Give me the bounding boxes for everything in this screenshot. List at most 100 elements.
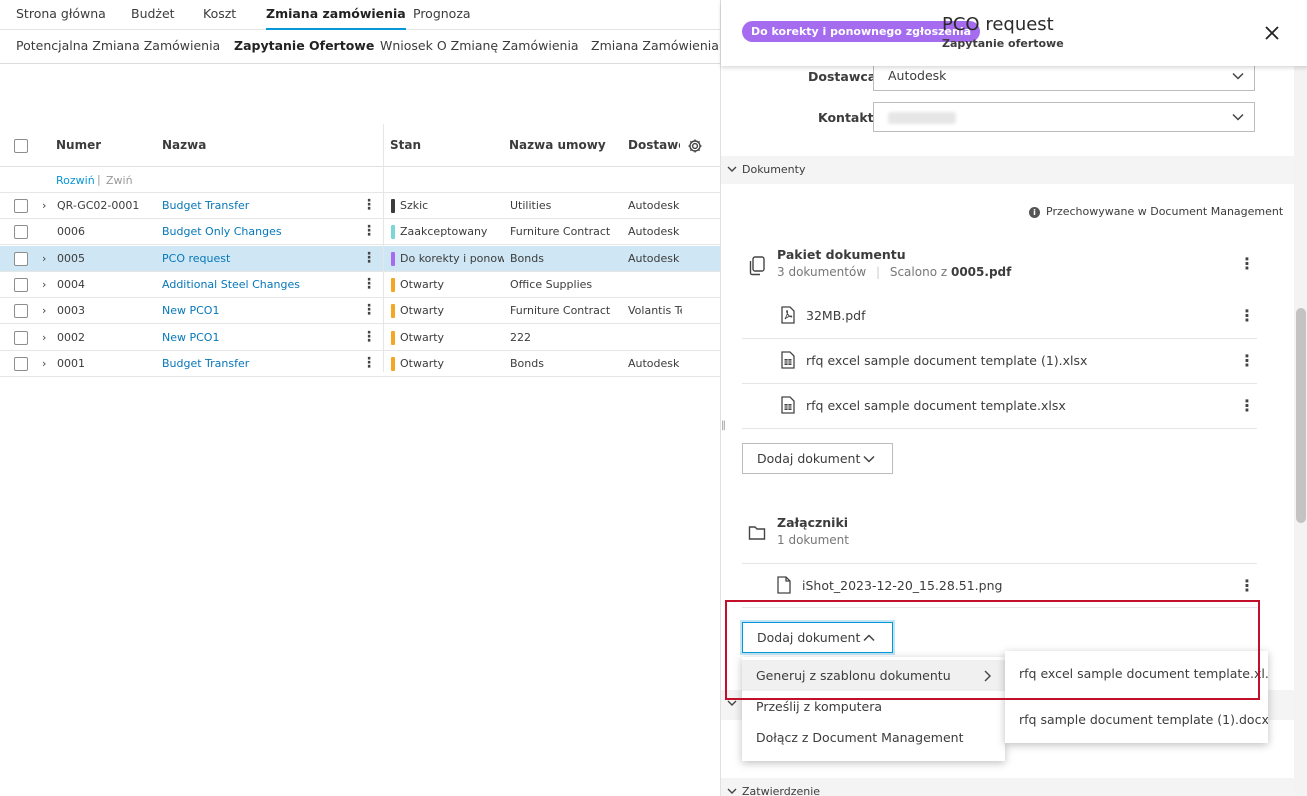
contact-value-redacted bbox=[888, 112, 956, 124]
cell-numer: 0002 bbox=[57, 330, 85, 344]
attachment-file-row[interactable]: iShot_2023-12-20_15.28.51.png ⋮ bbox=[742, 563, 1257, 608]
status-color-bar bbox=[391, 225, 395, 240]
tab-forecast[interactable]: Prognoza bbox=[413, 0, 471, 30]
cell-umowa: Bonds bbox=[510, 251, 544, 265]
subtab-cor[interactable]: Wniosek O Zmianę Zamówienia bbox=[380, 31, 579, 63]
attachments-count: 1 dokument bbox=[777, 533, 849, 547]
chevron-right-icon[interactable]: › bbox=[42, 278, 46, 291]
add-attachment-button[interactable]: Dodaj dokument bbox=[742, 622, 893, 653]
chevron-down-icon bbox=[863, 455, 875, 463]
scrollbar-thumb[interactable] bbox=[1296, 308, 1306, 523]
package-file-row[interactable]: rfq excel sample document template (1).x… bbox=[742, 339, 1257, 384]
header-dostawca[interactable]: Dostawca bbox=[628, 124, 680, 167]
subtab-rfq[interactable]: Zapytanie Ofertowe bbox=[234, 31, 374, 63]
package-file-row[interactable]: 32MB.pdf ⋮ bbox=[742, 294, 1257, 339]
menu-item-attach-from-docs[interactable]: Dołącz z Document Management bbox=[742, 722, 1005, 753]
table-row[interactable]: 0006 Budget Only Changes ⋮ Zaakceptowany Fur… bbox=[0, 219, 720, 246]
table-row[interactable]: › 0004 Additional Steel Changes ⋮ Otwarty Off… bbox=[0, 272, 720, 298]
row-checkbox[interactable] bbox=[14, 225, 28, 240]
menu-item-upload-from-computer[interactable]: Prześlij z komputera bbox=[742, 691, 1005, 722]
file-more-icon[interactable]: ⋮ bbox=[1239, 353, 1255, 369]
tab-cost[interactable]: Koszt bbox=[203, 0, 236, 30]
chevron-right-icon[interactable]: › bbox=[42, 199, 46, 212]
cell-dostawca: Autodesk bbox=[628, 251, 680, 265]
cell-nazwa-link[interactable]: Budget Transfer bbox=[162, 351, 357, 377]
folder-icon bbox=[748, 526, 766, 540]
row-checkbox[interactable] bbox=[14, 277, 28, 292]
file-name[interactable]: rfq excel sample document template (1).x… bbox=[806, 353, 1087, 368]
subtab-pco[interactable]: Potencjalna Zmiana Zamówienia bbox=[16, 31, 220, 63]
header-numer[interactable]: Numer bbox=[56, 124, 101, 167]
panel-header: Do korekty i ponownego zgłoszenia PCO re… bbox=[721, 0, 1307, 66]
table-row[interactable]: › 0003 New PCO1 ⋮ Otwarty Furniture Contract V… bbox=[0, 298, 720, 325]
cell-umowa: Furniture Contract bbox=[510, 225, 611, 239]
cell-nazwa-link[interactable]: Budget Transfer bbox=[162, 193, 357, 219]
template-item[interactable]: rfq sample document template (1).docx bbox=[1005, 704, 1268, 735]
tab-budget[interactable]: Budżet bbox=[131, 0, 175, 30]
cell-dostawca: Autodesk bbox=[628, 225, 680, 239]
cell-numer: 0003 bbox=[57, 304, 85, 318]
header-nazwa[interactable]: Nazwa bbox=[162, 124, 206, 167]
row-more-icon[interactable]: ⋮ bbox=[362, 246, 376, 272]
row-more-icon[interactable]: ⋮ bbox=[362, 193, 376, 219]
cell-stan: Szkic bbox=[400, 199, 429, 212]
pdf-file-icon bbox=[781, 306, 795, 324]
documents-section-header[interactable]: Dokumenty bbox=[721, 156, 1294, 184]
row-more-icon[interactable]: ⋮ bbox=[362, 351, 376, 377]
panel-scrollbar[interactable] bbox=[1294, 66, 1307, 796]
cell-nazwa-link[interactable]: New PCO1 bbox=[162, 298, 357, 324]
file-name[interactable]: iShot_2023-12-20_15.28.51.png bbox=[802, 578, 1002, 593]
select-all-checkbox[interactable] bbox=[14, 139, 28, 153]
add-document-package-button[interactable]: Dodaj dokument bbox=[742, 443, 893, 474]
chevron-right-icon[interactable]: › bbox=[42, 252, 46, 265]
chevron-down-icon bbox=[1232, 113, 1244, 121]
cell-nazwa-link[interactable]: Budget Only Changes bbox=[162, 219, 357, 245]
tab-change-order[interactable]: Zmiana zamówienia bbox=[266, 0, 406, 30]
chevron-right-icon[interactable]: › bbox=[42, 357, 46, 370]
cell-nazwa-link[interactable]: PCO request bbox=[162, 246, 357, 272]
row-checkbox[interactable] bbox=[14, 251, 28, 266]
table-row[interactable]: › 0001 Budget Transfer ⋮ Otwarty Bonds Autodes… bbox=[0, 351, 720, 377]
collapse-all-link[interactable]: Zwiń bbox=[106, 174, 133, 187]
expand-all-link[interactable]: Rozwiń bbox=[56, 174, 95, 187]
file-more-icon[interactable]: ⋮ bbox=[1239, 398, 1255, 414]
cell-nazwa-link[interactable]: New PCO1 bbox=[162, 325, 357, 351]
menu-item-generate-from-template[interactable]: Generuj z szablonu dokumentu bbox=[742, 660, 1005, 691]
row-checkbox[interactable] bbox=[14, 199, 28, 213]
table-row[interactable]: › QR-GC02-0001 Budget Transfer ⋮ Szkic Utilit… bbox=[0, 193, 720, 219]
cell-dostawca: Autodesk bbox=[628, 199, 680, 212]
row-checkbox[interactable] bbox=[14, 356, 28, 371]
cell-stan: Zaakceptowany bbox=[400, 225, 488, 239]
cell-stan: Otwarty bbox=[400, 356, 445, 370]
table-row[interactable]: › 0002 New PCO1 ⋮ Otwarty 222 bbox=[0, 325, 720, 351]
chevron-right-icon[interactable]: › bbox=[42, 331, 46, 344]
file-name[interactable]: rfq excel sample document template.xlsx bbox=[806, 398, 1066, 413]
header-stan[interactable]: Stan bbox=[390, 124, 421, 167]
row-more-icon[interactable]: ⋮ bbox=[362, 298, 376, 324]
row-checkbox[interactable] bbox=[14, 304, 28, 319]
row-more-icon[interactable]: ⋮ bbox=[362, 272, 376, 298]
row-more-icon[interactable]: ⋮ bbox=[362, 219, 376, 245]
subtab-oco[interactable]: Zmiana Zamówienia Pr bbox=[591, 31, 720, 63]
close-icon[interactable] bbox=[1261, 22, 1283, 44]
cell-numer: 0005 bbox=[57, 251, 85, 265]
package-merged-prefix: Scalono z bbox=[889, 265, 948, 279]
header-umowa[interactable]: Nazwa umowy bbox=[509, 124, 606, 167]
resize-handle-icon[interactable]: ‖ bbox=[721, 420, 726, 431]
chevron-right-icon[interactable]: › bbox=[42, 304, 46, 317]
file-more-icon[interactable]: ⋮ bbox=[1239, 308, 1255, 324]
cell-nazwa-link[interactable]: Additional Steel Changes bbox=[162, 272, 357, 298]
file-more-icon[interactable]: ⋮ bbox=[1239, 578, 1255, 594]
template-item[interactable]: rfq excel sample document template.xl... bbox=[1005, 658, 1268, 689]
contact-select[interactable] bbox=[873, 102, 1255, 132]
table-row[interactable]: › 0005 PCO request⋮ Do korekty i ponow... Bo… bbox=[0, 245, 720, 272]
package-file-row[interactable]: rfq excel sample document template.xlsx … bbox=[742, 384, 1257, 429]
row-checkbox[interactable] bbox=[14, 330, 28, 345]
package-more-icon[interactable]: ⋮ bbox=[1239, 256, 1255, 272]
expand-separator: | bbox=[97, 173, 101, 186]
file-name[interactable]: 32MB.pdf bbox=[806, 308, 866, 323]
gear-icon[interactable] bbox=[687, 138, 703, 154]
tab-home[interactable]: Strona główna bbox=[16, 0, 106, 30]
row-more-icon[interactable]: ⋮ bbox=[362, 325, 376, 351]
approval-section-header[interactable]: Zatwierdzenie bbox=[721, 778, 1294, 796]
